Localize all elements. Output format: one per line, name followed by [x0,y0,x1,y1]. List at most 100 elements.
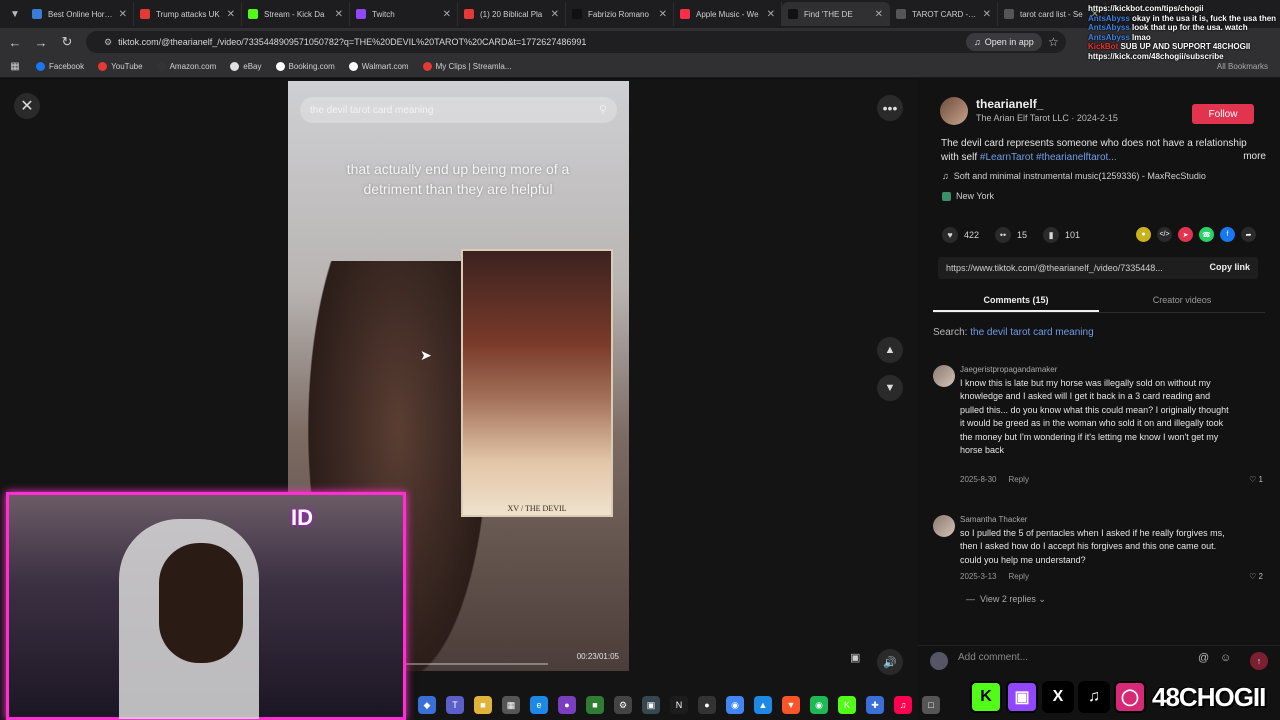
comment-username[interactable]: Jaegeristpropagandamaker [960,365,1057,374]
back-icon[interactable]: ← [8,35,22,50]
close-icon[interactable]: ✕ [14,93,40,119]
emoji-icon[interactable]: ☺ [1220,652,1231,664]
url-field[interactable]: ⚙ tiktok.com/@thearianelf_/video/7335448… [86,31,1066,53]
location-tag[interactable]: New York [942,191,994,201]
comment-like-button[interactable]: ♡ 1 [1249,475,1263,484]
more-link[interactable]: more [1243,151,1266,162]
browser-tab[interactable]: (1) 20 Biblical Pla ✕ [458,2,566,26]
tab-favicon-icon [896,9,906,19]
bookmark-link[interactable]: Amazon.com [156,62,216,71]
forward-icon[interactable]: → [34,35,48,50]
reload-icon[interactable]: ↻ [60,34,74,50]
brave-icon[interactable]: ▼ [782,696,800,714]
bookmark-link[interactable]: Booking.com [275,62,335,71]
chrome-icon[interactable]: ◉ [726,696,744,714]
netflix-icon[interactable]: N [670,696,688,714]
like-button[interactable]: ♥ 422 [942,227,979,243]
tab-close-icon[interactable]: ✕ [767,9,775,20]
copy-link-button[interactable]: Copy link [1209,262,1250,272]
browser-tab[interactable]: Stream - Kick Da ✕ [242,2,350,26]
browser-tab[interactable]: Apple Music - We ✕ [674,2,782,26]
folder-icon[interactable]: ■ [474,696,492,714]
author-username[interactable]: thearianelf_ [976,97,1118,111]
kick-icon[interactable]: K [838,696,856,714]
facebook-icon[interactable]: f [1220,227,1235,242]
store-icon[interactable]: ▦ [502,696,520,714]
share-arrow-icon[interactable]: ➦ [1241,227,1256,242]
all-bookmarks-link[interactable]: All Bookmarks [1217,62,1268,71]
bookmark-star-icon[interactable]: ☆ [1048,35,1059,49]
browser-tab[interactable]: Twitch ✕ [350,2,458,26]
app-icon[interactable]: ● [558,696,576,714]
reply-button[interactable]: Reply [1008,572,1028,581]
tab-creator-videos[interactable]: Creator videos [1099,291,1265,312]
chevron-down-icon[interactable]: ▼ [877,375,903,401]
save-button[interactable]: ▮ 101 [1043,227,1080,243]
copilot-icon[interactable]: ◆ [418,696,436,714]
tab-search-icon[interactable]: ▼ [4,3,26,25]
app-icon[interactable]: ✚ [866,696,884,714]
bookmark-link[interactable]: Walmart.com [348,62,409,71]
search-icon[interactable]: ⚲ [599,103,607,116]
send-icon[interactable]: ➤ [1178,227,1193,242]
tab-comments[interactable]: Comments (15) [933,291,1099,312]
picture-in-picture-icon[interactable]: ▣ [850,651,860,664]
tab-close-icon[interactable]: ✕ [875,9,883,20]
bookmark-link[interactable]: My Clips | Streamla... [422,62,511,71]
mention-icon[interactable]: @ [1198,652,1209,664]
tiktok-icon[interactable]: ♫ [894,696,912,714]
tab-close-icon[interactable]: ✕ [983,9,991,20]
bookmark-link[interactable]: eBay [230,62,262,71]
chevron-up-icon[interactable]: ▲ [877,337,903,363]
settings-icon[interactable]: ⚙ [614,696,632,714]
tab-close-icon[interactable]: ✕ [227,9,235,20]
tab-close-icon[interactable]: ✕ [659,9,667,20]
browser-tab[interactable]: TAROT CARD - Se ✕ [890,2,998,26]
tab-close-icon[interactable]: ✕ [119,9,127,20]
post-link-field[interactable]: https://www.tiktok.com/@thearianelf_/vid… [938,257,1258,279]
edge-icon[interactable]: e [530,696,548,714]
volume-icon[interactable]: 🔊 [877,649,903,675]
apps-grid-icon[interactable]: ▦ [8,61,22,72]
app-icon[interactable]: ● [698,696,716,714]
comment-input[interactable]: Add comment... [958,652,1198,663]
browser-tab[interactable]: Fabrizio Romano ✕ [566,2,674,26]
avatar[interactable] [933,515,955,537]
browser-tab[interactable]: Best Online Horse ✕ [26,2,134,26]
video-search-bar[interactable]: the devil tarot card meaning ⚲ [300,97,617,123]
bookmark-link[interactable]: Facebook [36,62,84,71]
video-progress-bar[interactable] [398,663,548,665]
follow-button[interactable]: Follow [1192,104,1254,124]
tab-close-icon[interactable]: ✕ [335,9,343,20]
app-icon[interactable]: ▲ [754,696,772,714]
bookmark-link[interactable]: YouTube [98,62,143,71]
app-icon[interactable]: □ [922,696,940,714]
app-icon[interactable]: ■ [586,696,604,714]
site-info-icon[interactable]: ⚙ [104,37,112,48]
app-icon[interactable]: ▣ [642,696,660,714]
hashtag-links[interactable]: #LearnTarot #thearianelftarot... [980,152,1117,163]
whatsapp-icon[interactable]: ☎ [1199,227,1214,242]
tab-close-icon[interactable]: ✕ [551,9,559,20]
view-replies-button[interactable]: — View 2 replies ⌄ [966,594,1046,605]
search-query-link[interactable]: the devil tarot card meaning [970,327,1093,338]
more-dots-icon[interactable]: ••• [877,95,903,121]
comment-username[interactable]: Samantha Thacker [960,515,1027,524]
comment-like-button[interactable]: ♡ 2 [1249,572,1263,581]
tab-close-icon[interactable]: ✕ [443,9,451,20]
repost-icon[interactable]: ● [1136,227,1151,242]
reply-button[interactable]: Reply [1008,475,1028,484]
open-in-app-button[interactable]: ♫ Open in app [966,33,1042,51]
browser-tab[interactable]: Trump attacks UK ✕ [134,2,242,26]
send-icon[interactable]: ↑ [1250,652,1268,670]
avatar[interactable] [940,97,968,125]
embed-icon[interactable]: </> [1157,227,1172,242]
music-link[interactable]: ♫ Soft and minimal instrumental music(12… [942,171,1206,181]
comment-button[interactable]: •• 15 [995,227,1027,243]
teams-icon[interactable]: T [446,696,464,714]
browser-tab[interactable]: Find 'THE DE ✕ [782,2,890,26]
spotify-icon[interactable]: ◉ [810,696,828,714]
avatar[interactable] [933,365,955,387]
webcam-logo: ID [291,505,313,530]
author-block[interactable]: thearianelf_ The Arian Elf Tarot LLC · 2… [940,97,1118,125]
